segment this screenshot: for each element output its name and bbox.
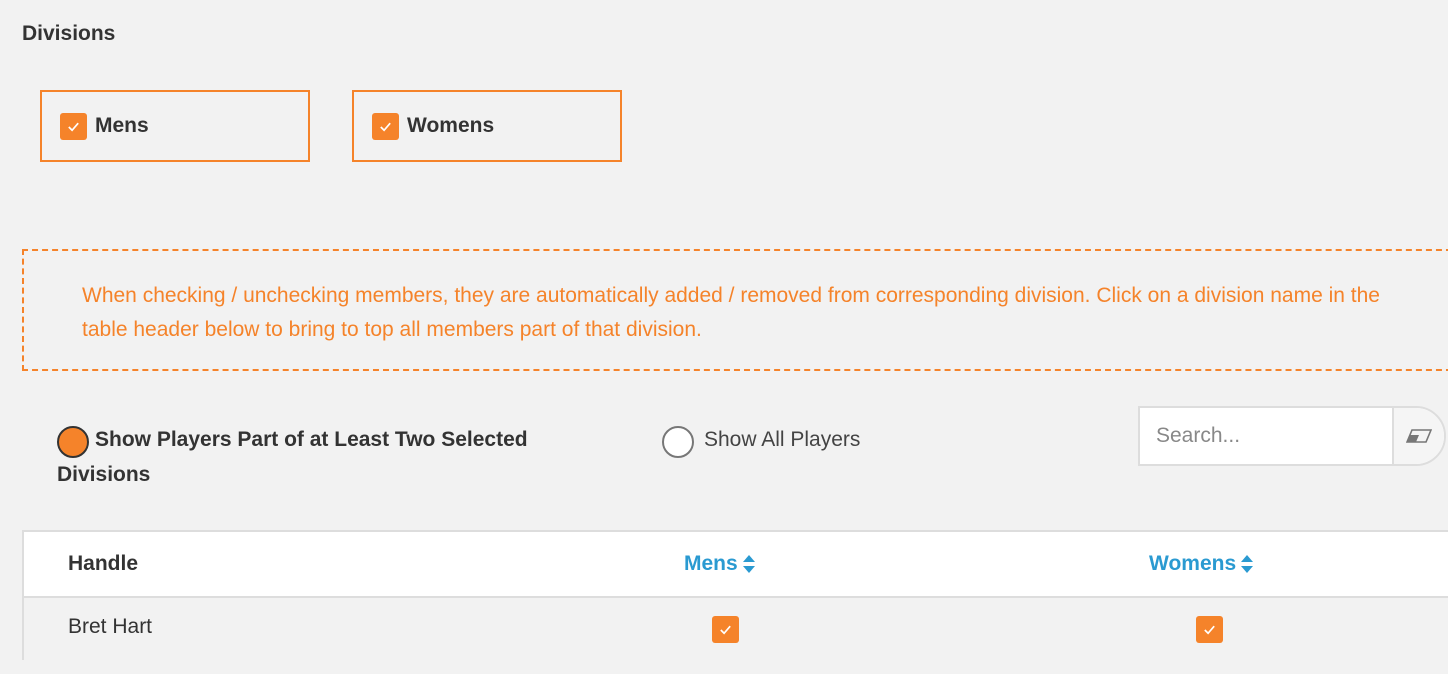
info-notice: When checking / unchecking members, they… xyxy=(22,249,1448,371)
check-icon xyxy=(720,625,731,635)
info-text: When checking / unchecking members, they… xyxy=(82,284,1380,341)
row-mens-checkbox[interactable] xyxy=(712,616,739,643)
header-handle: Handle xyxy=(68,552,139,575)
header-mens-label: Mens xyxy=(684,552,738,575)
radio-selected-icon[interactable] xyxy=(57,426,89,458)
filter-option-two-divisions-label-cont: Divisions xyxy=(57,463,151,486)
search-box xyxy=(1138,406,1446,466)
division-womens-option[interactable]: Womens xyxy=(352,90,622,162)
check-icon xyxy=(1204,625,1215,635)
filter-option-all-players[interactable]: Show All Players xyxy=(662,424,860,458)
header-womens-label: Womens xyxy=(1149,552,1237,575)
sort-icon xyxy=(742,554,756,574)
clear-search-button[interactable] xyxy=(1392,408,1444,464)
division-mens-option[interactable]: Mens xyxy=(40,90,310,162)
filter-option-two-divisions-label: Show Players Part of at Least Two Select… xyxy=(95,428,528,451)
table-header: Handle Mens Womens xyxy=(24,532,1448,598)
radio-unselected-icon[interactable] xyxy=(662,426,694,458)
header-mens-sort[interactable]: Mens xyxy=(684,552,756,576)
division-mens-label: Mens xyxy=(95,114,149,137)
check-icon xyxy=(380,122,391,131)
row-womens-checkbox[interactable] xyxy=(1196,616,1223,643)
filter-option-two-divisions[interactable]: Show Players Part of at Least Two Select… xyxy=(57,424,617,458)
table-row: Bret Hart xyxy=(24,598,1448,660)
eraser-icon xyxy=(1406,429,1432,443)
sort-icon xyxy=(1240,554,1254,574)
members-table: Handle Mens Womens Bret Hart xyxy=(22,530,1448,660)
filter-option-all-players-label: Show All Players xyxy=(704,428,861,451)
mens-checkbox[interactable] xyxy=(60,112,87,140)
womens-checkbox[interactable] xyxy=(372,112,399,140)
check-icon xyxy=(68,122,79,131)
row-handle: Bret Hart xyxy=(68,615,153,638)
search-input[interactable] xyxy=(1140,407,1392,465)
division-womens-label: Womens xyxy=(407,114,495,137)
divisions-title: Divisions xyxy=(22,22,116,45)
header-womens-sort[interactable]: Womens xyxy=(1149,552,1254,576)
